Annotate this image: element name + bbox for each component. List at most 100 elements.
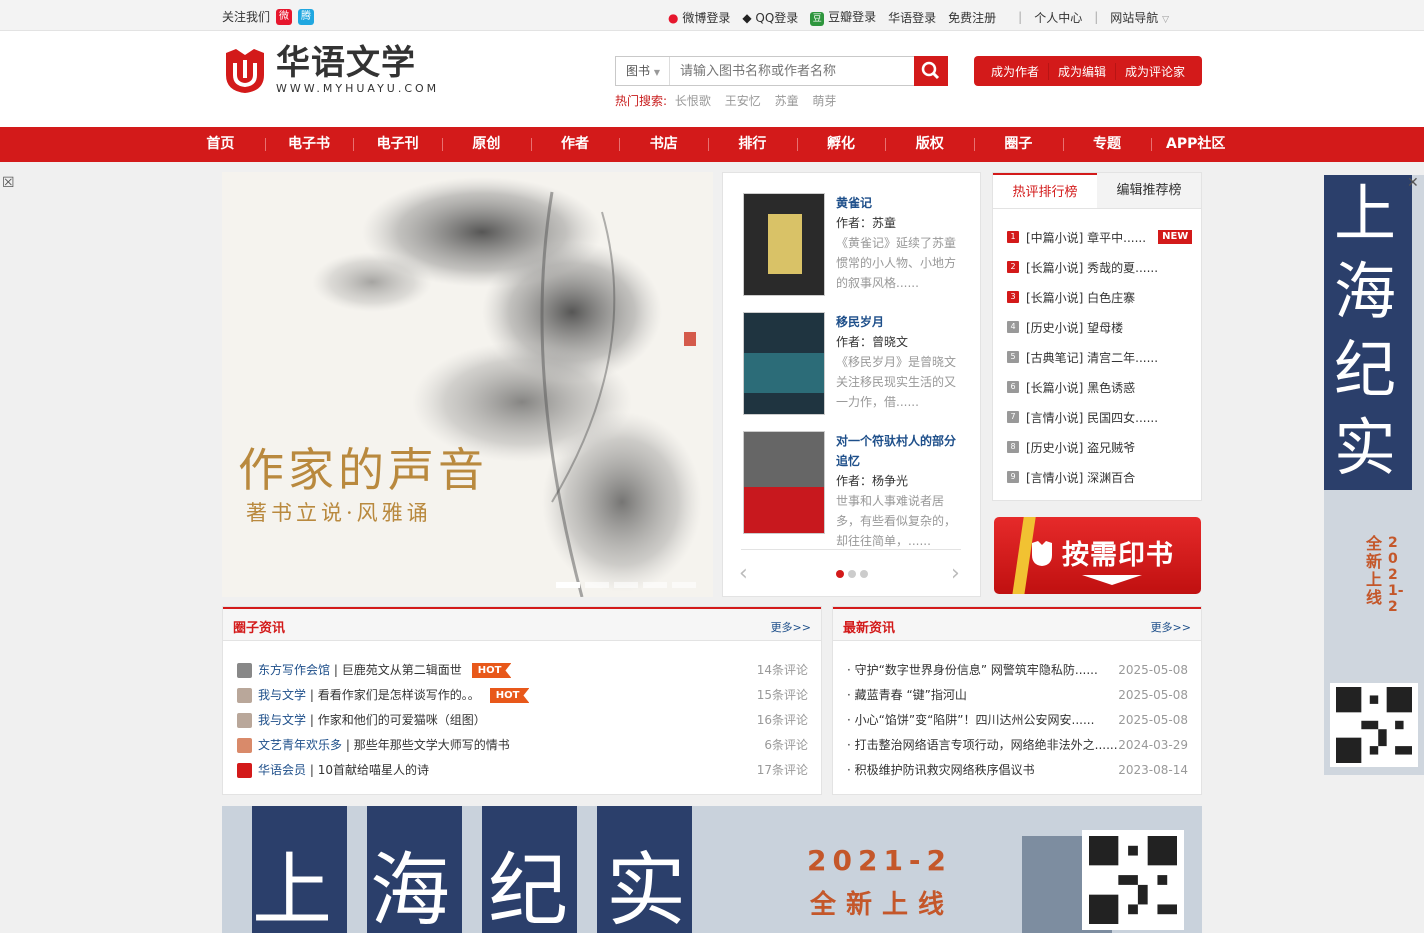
rank-title: [长篇小说] 白色庄寨 bbox=[1026, 290, 1136, 305]
hot-keyword[interactable]: 苏童 bbox=[775, 94, 799, 108]
rank-item[interactable]: 7 [言情小说] 民国四女...... bbox=[1007, 402, 1201, 432]
rank-item[interactable]: 5 [古典笔记] 清宫二年...... bbox=[1007, 342, 1201, 372]
rank-number: 1 bbox=[1007, 231, 1019, 243]
list-item[interactable]: 文艺青年欢乐多 | 那些年那些文学大师写的情书 6条评论 bbox=[223, 733, 821, 758]
hero-banner[interactable]: 作家的声音 著书立说·风雅诵 bbox=[222, 172, 713, 597]
search-button[interactable] bbox=[914, 56, 948, 86]
become-author-button[interactable]: 成为作者 bbox=[982, 62, 1049, 80]
hot-keyword[interactable]: 长恨歌 bbox=[675, 94, 711, 108]
search-category-select[interactable]: 图书 ▼ bbox=[616, 57, 670, 85]
book-title[interactable]: 黄雀记 bbox=[836, 193, 966, 213]
logo-icon bbox=[1012, 517, 1052, 594]
news-source: 华语会员 bbox=[258, 763, 307, 777]
rank-title: [长篇小说] 黑色诱惑 bbox=[1026, 380, 1136, 395]
user-center-link[interactable]: 个人中心 bbox=[1034, 9, 1082, 26]
tab-editor-picks[interactable]: 编辑推荐榜 bbox=[1097, 173, 1201, 208]
news-title: | 10首献给喵星人的诗 bbox=[306, 763, 429, 777]
more-link[interactable]: 更多>> bbox=[771, 619, 811, 635]
news-source: 我与文学 bbox=[258, 688, 307, 702]
book-cover[interactable] bbox=[743, 193, 825, 296]
print-on-demand-button[interactable]: 按需印书 bbox=[994, 517, 1201, 594]
rank-number: 2 bbox=[1007, 261, 1019, 273]
banner-dot[interactable] bbox=[556, 582, 580, 588]
register-link[interactable]: 免费注册 bbox=[948, 9, 996, 26]
nav-topic[interactable]: 专题 bbox=[1062, 127, 1152, 162]
list-item[interactable]: · 积极维护防讯救灾网络秩序倡议书 2023-08-14 bbox=[833, 758, 1201, 783]
news-date: 2024-03-29 bbox=[1118, 738, 1188, 752]
news-date: 2025-05-08 bbox=[1118, 688, 1188, 702]
more-link[interactable]: 更多>> bbox=[1151, 619, 1191, 635]
bottom-ad-banner[interactable]: 上海纪实 2021-2 全新上线 bbox=[222, 806, 1202, 933]
nav-emagazine[interactable]: 电子刊 bbox=[353, 127, 442, 162]
pager-dot[interactable] bbox=[836, 570, 844, 578]
rank-item[interactable]: 1 [中篇小说] 章平中...... NEW bbox=[1007, 222, 1201, 252]
book-title[interactable]: 移民岁月 bbox=[836, 312, 966, 332]
rank-title: [历史小说] 望母楼 bbox=[1026, 320, 1124, 335]
list-item[interactable]: · 藏蓝青春 “键”指河山 2025-05-08 bbox=[833, 683, 1201, 708]
douban-login-link[interactable]: 豆 豆瓣登录 bbox=[810, 8, 876, 26]
nav-app-community[interactable]: APP社区 bbox=[1151, 127, 1240, 162]
qr-code-image bbox=[1089, 836, 1177, 924]
rank-item[interactable]: 3 [长篇小说] 白色庄寨 bbox=[1007, 282, 1201, 312]
tab-hot-comments[interactable]: 热评排行榜 bbox=[993, 173, 1097, 208]
banner-dot[interactable] bbox=[614, 582, 638, 588]
weibo-login-link[interactable]: ● 微博登录 bbox=[668, 9, 730, 26]
list-item[interactable]: · 小心“馅饼”变“陷阱”！四川达州公安网安...... 2025-05-08 bbox=[833, 708, 1201, 733]
tencent-weibo-icon[interactable]: 腾 bbox=[298, 8, 315, 25]
nav-ebook[interactable]: 电子书 bbox=[264, 127, 354, 162]
book-desc: 《移民岁月》是曾晓文关注移民现实生活的又一力作，借...... bbox=[836, 355, 957, 409]
banner-dot[interactable] bbox=[585, 582, 609, 588]
list-item[interactable]: · 守护“数字世界身份信息” 网警筑牢隐私防...... 2025-05-08 bbox=[833, 658, 1201, 683]
huayu-login-link[interactable]: 华语登录 bbox=[888, 9, 936, 26]
qq-login-link[interactable]: ◆ QQ登录 bbox=[742, 9, 798, 26]
list-item[interactable]: · 打击整治网络语言专项行动，网络绝非法外之...... 2024-03-29 bbox=[833, 733, 1201, 758]
list-item[interactable]: 我与文学 | 作家和他们的可爱猫咪（组图） 16条评论 bbox=[223, 708, 821, 733]
rank-item[interactable]: 9 [言情小说] 深渊百合 bbox=[1007, 462, 1201, 492]
site-nav-link[interactable]: 网站导航 ▽ bbox=[1110, 9, 1169, 26]
book-cover[interactable] bbox=[743, 431, 825, 534]
logo-icon bbox=[226, 48, 264, 93]
next-arrow-icon[interactable]: › bbox=[951, 561, 960, 586]
main-nav: 首页 电子书 电子刊 原创 作者 书店 排行 孵化 版权 圈子 专题 APP社区 bbox=[0, 127, 1424, 162]
pager-dot[interactable] bbox=[848, 570, 856, 578]
rank-item[interactable]: 6 [长篇小说] 黑色诱惑 bbox=[1007, 372, 1201, 402]
nav-bookstore[interactable]: 书店 bbox=[619, 127, 708, 162]
prev-arrow-icon[interactable]: ‹ bbox=[739, 561, 748, 586]
site-logo[interactable]: 华语文学 WWW.MYHUAYU.COM bbox=[222, 44, 439, 95]
nav-original[interactable]: 原创 bbox=[442, 127, 531, 162]
news-title: 打击整治网络语言专项行动，网络绝非法外之...... bbox=[854, 738, 1118, 752]
list-item[interactable]: 我与文学 | 看看作家们是怎样谈写作的。。 HOT 15条评论 bbox=[223, 683, 821, 708]
nav-incubate[interactable]: 孵化 bbox=[796, 127, 886, 162]
book-cover[interactable] bbox=[743, 312, 825, 415]
right-side-ad[interactable]: 上海纪实 全新上线 2021-2 bbox=[1324, 175, 1424, 775]
hot-keyword[interactable]: 王安忆 bbox=[725, 94, 761, 108]
nav-circle[interactable]: 圈子 bbox=[974, 127, 1063, 162]
news-title: 积极维护防讯救灾网络秩序倡议书 bbox=[854, 763, 1035, 777]
become-critic-button[interactable]: 成为评论家 bbox=[1116, 63, 1194, 80]
list-item[interactable]: 东方写作会馆 | 巨鹿苑文从第二辑面世 HOT 14条评论 bbox=[223, 658, 821, 683]
rank-item[interactable]: 8 [历史小说] 盗兄贼爷 bbox=[1007, 432, 1201, 462]
banner-dot[interactable] bbox=[672, 582, 696, 588]
nav-ranking[interactable]: 排行 bbox=[708, 127, 797, 162]
weibo-icon[interactable]: 微 bbox=[276, 8, 293, 25]
banner-dot[interactable] bbox=[643, 582, 667, 588]
nav-author[interactable]: 作者 bbox=[530, 127, 620, 162]
rank-item[interactable]: 2 [长篇小说] 秀哉的夏...... bbox=[1007, 252, 1201, 282]
rank-number: 4 bbox=[1007, 321, 1019, 333]
nav-home[interactable]: 首页 bbox=[176, 127, 265, 162]
nav-copyright[interactable]: 版权 bbox=[885, 127, 974, 162]
hot-keyword[interactable]: 萌芽 bbox=[812, 94, 836, 108]
pager-dot[interactable] bbox=[860, 570, 868, 578]
follow-us: 关注我们 微 腾 bbox=[222, 8, 315, 25]
arrow-down-icon bbox=[1082, 575, 1142, 585]
become-editor-button[interactable]: 成为编辑 bbox=[1049, 62, 1116, 80]
list-item[interactable]: 华语会员 | 10首献给喵星人的诗 17条评论 bbox=[223, 758, 821, 783]
close-icon[interactable]: ☒ bbox=[2, 175, 15, 191]
rank-number: 5 bbox=[1007, 351, 1019, 363]
rank-item[interactable]: 4 [历史小说] 望母楼 bbox=[1007, 312, 1201, 342]
book-title[interactable]: 对一个符驮村人的部分追忆 bbox=[836, 431, 966, 471]
news-source: 文艺青年欢乐多 bbox=[258, 738, 343, 752]
book-author: 作者：苏童 bbox=[836, 216, 897, 230]
close-icon[interactable]: ✕ bbox=[1407, 175, 1419, 191]
search-input[interactable] bbox=[670, 58, 910, 84]
